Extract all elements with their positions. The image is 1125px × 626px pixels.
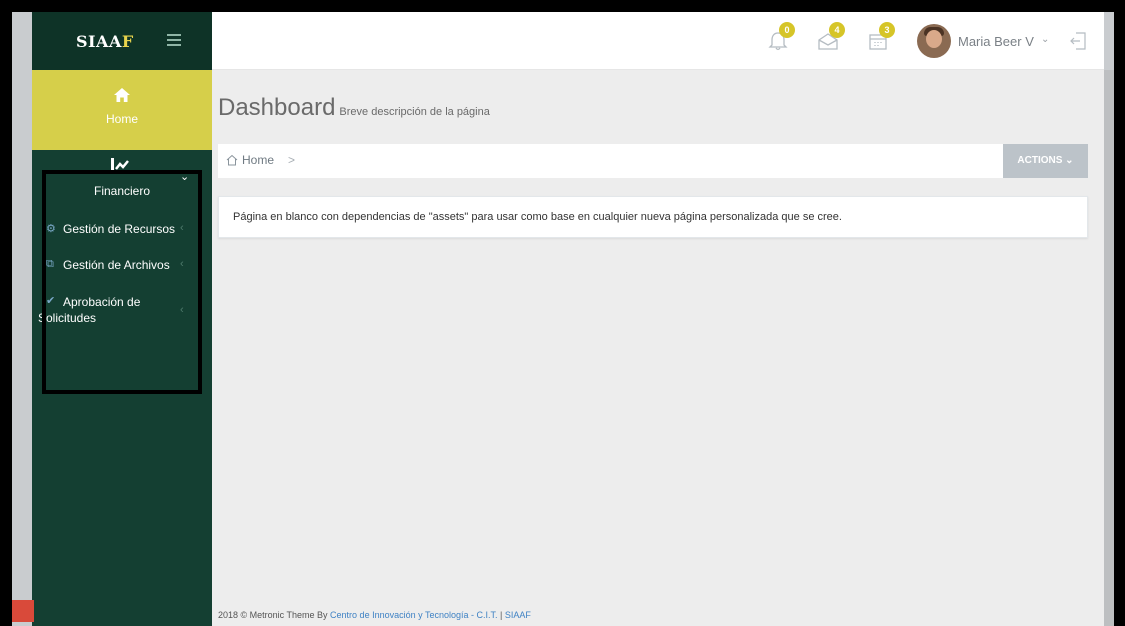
page-title-text: Dashboard <box>218 94 336 121</box>
breadcrumb-home-link[interactable]: Home <box>242 153 274 167</box>
notifications-bell-icon[interactable]: 0 <box>767 22 795 52</box>
app-logo[interactable]: SIAAF <box>76 32 134 51</box>
calendar-icon[interactable]: 3 <box>867 22 895 52</box>
top-header: 0 4 3 Maria Beer V ⌄ <box>212 12 1104 70</box>
breadcrumb-separator: > <box>288 153 296 167</box>
footer: 2018 © Metronic Theme By Centro de Innov… <box>218 610 531 620</box>
sidebar-item-home[interactable]: Home <box>32 70 212 150</box>
app-window: SIAAF Home Financiero ⌄ ⚙ Gestión de Rec… <box>12 12 1114 626</box>
logo-text-main: SIAA <box>76 32 122 51</box>
sidebar-item-home-label: Home <box>105 112 138 126</box>
user-menu-chevron-icon[interactable]: ⌄ <box>1041 34 1049 45</box>
footer-prefix: 2018 © Metronic Theme By <box>218 610 328 620</box>
info-note-text: Página en blanco con dependencias de "as… <box>233 211 842 223</box>
footer-app-link[interactable]: SIAAF <box>505 610 531 620</box>
info-note: Página en blanco con dependencias de "as… <box>218 196 1088 238</box>
logout-icon[interactable] <box>1070 32 1086 50</box>
page-title: Dashboard Breve descripción de la página <box>218 94 490 122</box>
right-scrollbar[interactable] <box>1104 70 1114 626</box>
home-icon <box>114 88 130 102</box>
footer-org-link[interactable]: Centro de Innovación y Tecnología - C.I.… <box>330 610 497 620</box>
page-subtitle: Breve descripción de la página <box>339 106 490 118</box>
messages-envelope-icon[interactable]: 4 <box>817 22 845 52</box>
breadcrumb-home-icon <box>226 154 238 166</box>
notifications-badge: 0 <box>779 22 795 38</box>
app-corner-icon[interactable] <box>12 600 34 622</box>
highlight-box <box>42 170 202 394</box>
menu-toggle-icon[interactable] <box>167 34 181 46</box>
user-name[interactable]: Maria Beer V <box>958 34 1034 49</box>
calendar-badge: 3 <box>879 22 895 38</box>
brand-bar: SIAAF <box>32 12 212 70</box>
actions-button[interactable]: ACTIONS ⌄ <box>1003 144 1088 178</box>
avatar[interactable] <box>917 24 951 58</box>
logo-text-accent: F <box>121 32 134 51</box>
footer-divider: | <box>500 610 503 620</box>
main-content: Dashboard Breve descripción de la página … <box>212 70 1104 626</box>
messages-badge: 4 <box>829 22 845 38</box>
breadcrumb: Home > <box>218 144 1088 178</box>
